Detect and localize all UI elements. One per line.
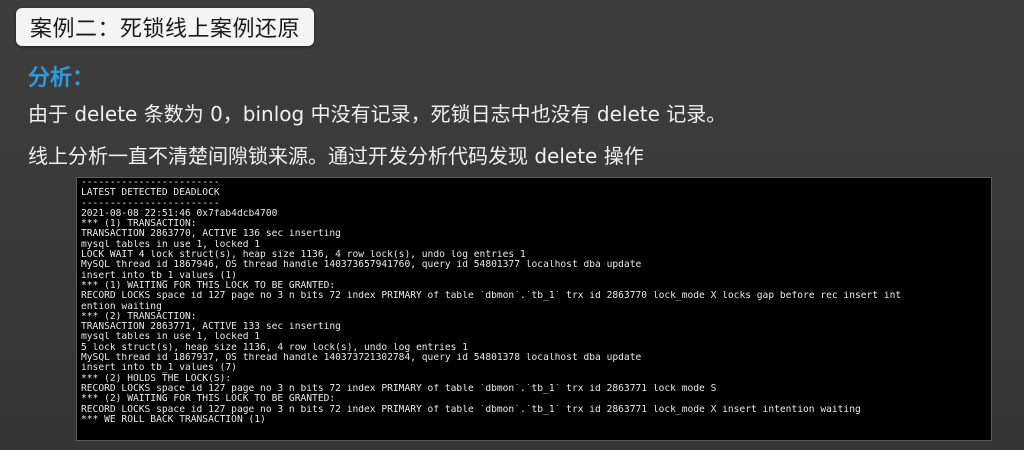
console-line: *** WE ROLL BACK TRANSACTION (1) bbox=[81, 414, 266, 425]
analysis-line-2: 线上分析一直不清楚间隙锁来源。通过开发分析代码发现 delete 操作 bbox=[28, 144, 644, 168]
console-line: 2021-08-08 22:51:46 0x7fab4dcb4700 bbox=[81, 208, 278, 219]
console-line: RECORD LOCKS space id 127 page no 3 n bi… bbox=[81, 291, 902, 302]
console-line: LOCK WAIT 4 lock struct(s), heap size 11… bbox=[81, 250, 526, 261]
console-line: ------------------------ bbox=[81, 198, 220, 209]
console-line: *** (2) TRANSACTION: bbox=[81, 311, 197, 322]
console-line: mysql tables in use 1, locked 1 bbox=[81, 332, 261, 343]
slide-title: 案例二：死锁线上案例还原 bbox=[16, 8, 315, 46]
console-line: MySQL thread id 1867937, OS thread handl… bbox=[81, 353, 642, 364]
console-line: insert into tb_1 values (7) bbox=[81, 363, 237, 374]
console-line: ------------------------ bbox=[81, 178, 220, 188]
console-line: TRANSACTION 2863771, ACTIVE 133 sec inse… bbox=[81, 322, 341, 333]
console-line: *** (1) WAITING FOR THIS LOCK TO BE GRAN… bbox=[81, 280, 336, 291]
deadlock-log-console: ------------------------ LATEST DETECTED… bbox=[76, 177, 992, 441]
console-line: LATEST DETECTED DEADLOCK bbox=[81, 188, 220, 199]
section-label: 分析： bbox=[28, 66, 95, 91]
console-line: *** (2) WAITING FOR THIS LOCK TO BE GRAN… bbox=[81, 394, 336, 405]
console-line: *** (2) HOLDS THE LOCK(S): bbox=[81, 373, 232, 384]
console-line: mysql tables in use 1, locked 1 bbox=[81, 239, 261, 250]
console-line: RECORD LOCKS space id 127 page no 3 n bi… bbox=[81, 383, 717, 394]
console-line: RECORD LOCKS space id 127 page no 3 n bi… bbox=[81, 404, 861, 415]
console-line: ention waiting bbox=[81, 301, 162, 312]
console-line: *** (1) TRANSACTION: bbox=[81, 219, 197, 230]
console-line: 5 lock struct(s), heap size 1136, 4 row … bbox=[81, 342, 468, 353]
analysis-line-1: 由于 delete 条数为 0，binlog 中没有记录，死锁日志中也没有 de… bbox=[28, 102, 727, 126]
console-line: MySQL thread id 1867946, OS thread handl… bbox=[81, 260, 642, 271]
console-line: TRANSACTION 2863770, ACTIVE 136 sec inse… bbox=[81, 229, 341, 240]
console-line: insert into tb_1 values (1) bbox=[81, 270, 237, 281]
